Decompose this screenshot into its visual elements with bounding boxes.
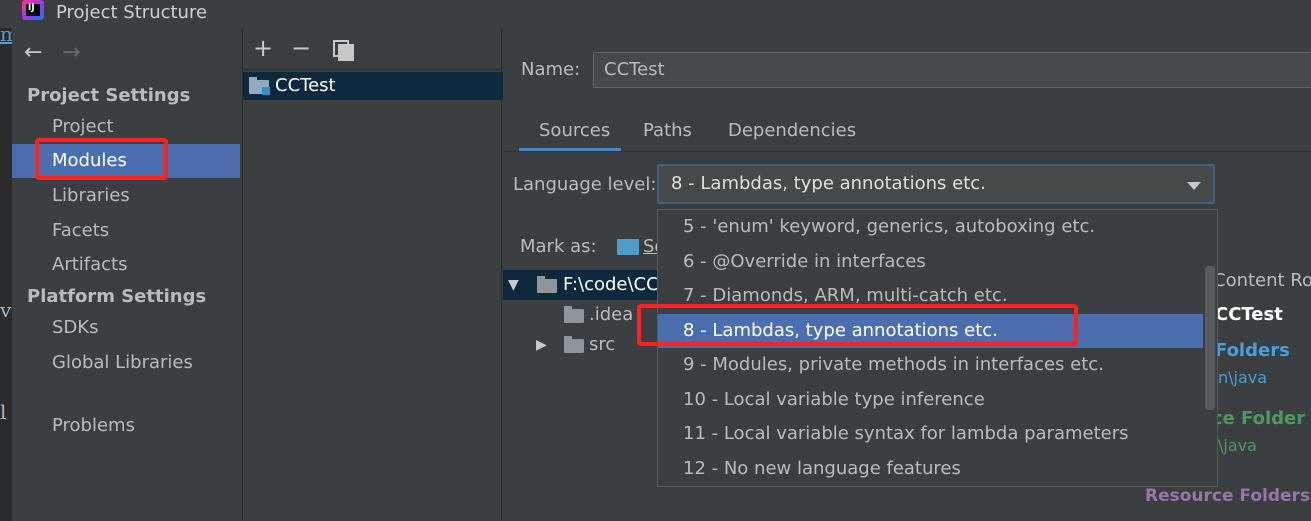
sidebar-item-modules[interactable]: Modules: [12, 144, 240, 178]
sidebar-item-problems[interactable]: Problems: [12, 409, 240, 443]
expand-arrow-icon[interactable]: ▶: [536, 330, 547, 360]
section-project-settings: Project Settings: [27, 85, 191, 106]
forward-arrow-icon[interactable]: →: [62, 40, 80, 65]
copy-icon[interactable]: [333, 40, 354, 61]
window-title: Project Structure: [56, 2, 208, 23]
tree-item-label: .idea: [589, 304, 634, 325]
tab-dependencies[interactable]: Dependencies: [728, 118, 856, 152]
mark-as-label: Mark as:: [520, 236, 597, 257]
language-level-select[interactable]: 8 - Lambdas, type annotations etc.: [657, 164, 1215, 204]
folder-icon: [537, 276, 557, 293]
content-root-module: CCTest: [1215, 304, 1283, 325]
tree-row-idea[interactable]: .idea: [503, 300, 663, 330]
module-folder-icon: [249, 77, 270, 95]
sidebar-item-facets[interactable]: Facets: [12, 214, 240, 248]
add-module-button[interactable]: +: [253, 34, 273, 62]
tab-divider: [503, 151, 1311, 152]
sidebar-item-artifacts[interactable]: Artifacts: [12, 248, 240, 282]
module-name: CCTest: [275, 75, 336, 96]
back-arrow-icon[interactable]: ←: [24, 40, 42, 65]
background-editor-edge: [0, 28, 12, 521]
language-level-dropdown: 5 - 'enum' keyword, generics, autoboxing…: [657, 209, 1218, 487]
test-folder-path[interactable]: \java: [1218, 436, 1257, 455]
remove-module-button[interactable]: −: [291, 34, 311, 62]
dropdown-option[interactable]: 10 - Local variable type inference: [658, 383, 1203, 417]
tab-paths[interactable]: Paths: [643, 118, 692, 152]
sidebar-item-libraries[interactable]: Libraries: [12, 179, 240, 213]
language-level-label: Language level:: [513, 174, 657, 195]
tab-sources[interactable]: Sources: [519, 118, 621, 152]
sources-folder-icon[interactable]: [617, 239, 639, 255]
tree-item-label: src: [589, 334, 616, 355]
settings-sidebar: ← → Project Settings Project Modules Lib…: [12, 28, 240, 521]
dropdown-option[interactable]: 7 - Diamonds, ARM, multi-catch etc.: [658, 279, 1203, 313]
dropdown-scrollbar[interactable]: [1205, 266, 1215, 410]
content-root-heading: Content Roo: [1213, 270, 1311, 291]
intellij-logo-icon: IJ: [22, 0, 44, 20]
module-list-panel: + − CCTest: [242, 28, 503, 521]
language-level-value: 8 - Lambdas, type annotations etc.: [671, 173, 986, 194]
dropdown-option[interactable]: 9 - Modules, private methods in interfac…: [658, 348, 1203, 382]
edge-fragment: l: [0, 400, 7, 424]
section-platform-settings: Platform Settings: [27, 286, 207, 307]
folder-icon: [564, 336, 584, 353]
title-bar: IJ Project Structure: [0, 0, 1311, 28]
sidebar-item-global-libraries[interactable]: Global Libraries: [12, 346, 240, 380]
dropdown-option[interactable]: 6 - @Override in interfaces: [658, 245, 1203, 279]
dropdown-option-selected[interactable]: 8 - Lambdas, type annotations etc.: [658, 314, 1203, 348]
source-folders-heading: Folders: [1215, 340, 1290, 361]
dropdown-option[interactable]: 11 - Local variable syntax for lambda pa…: [658, 417, 1203, 451]
tree-row-src[interactable]: ▶ src: [503, 330, 663, 360]
content-root-tree: ▼ F:\code\CC .idea ▶ src: [503, 270, 663, 521]
edge-fragment: v: [0, 298, 12, 322]
tree-root-row[interactable]: ▼ F:\code\CC: [503, 270, 663, 300]
source-folder-path[interactable]: n\java: [1218, 368, 1267, 387]
resource-folders-heading: Resource Folders: [1145, 486, 1311, 506]
module-name-input[interactable]: CCTest: [593, 52, 1311, 88]
sidebar-item-project[interactable]: Project: [12, 110, 240, 144]
name-label: Name:: [521, 59, 581, 80]
collapse-arrow-icon[interactable]: ▼: [508, 270, 519, 300]
module-toolbar: + −: [243, 28, 501, 70]
chevron-down-icon: [1187, 182, 1201, 190]
module-list-item[interactable]: CCTest: [243, 72, 503, 100]
tree-root-label: F:\code\CC: [563, 274, 659, 295]
sidebar-item-sdks[interactable]: SDKs: [12, 311, 240, 345]
folder-icon: [564, 306, 584, 323]
dropdown-option[interactable]: 5 - 'enum' keyword, generics, autoboxing…: [658, 210, 1203, 244]
content-root-summary: Content Roo CCTest Folders n\java rce Fo…: [1203, 268, 1311, 521]
test-folders-heading: rce Folder: [1203, 408, 1306, 429]
dropdown-option[interactable]: 12 - No new language features: [658, 452, 1203, 486]
